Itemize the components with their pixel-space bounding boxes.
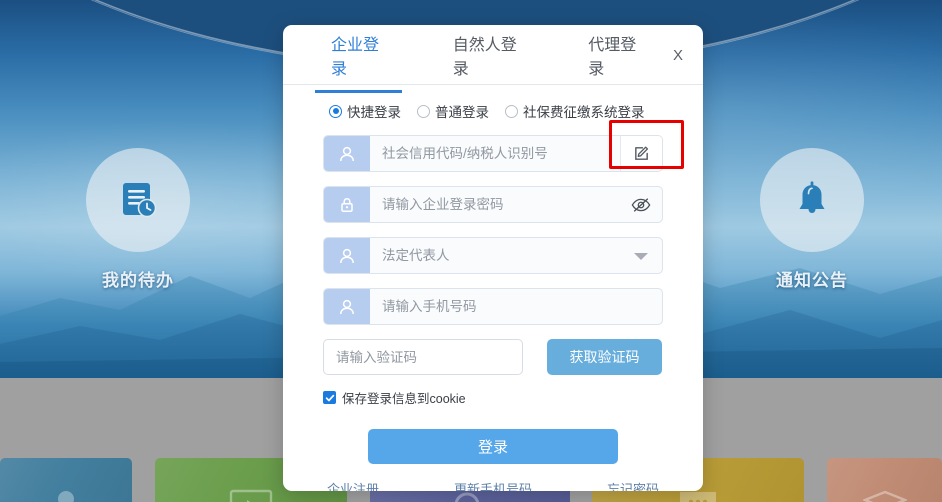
link-forgot-password[interactable]: 忘记密码: [607, 479, 659, 491]
play-icon: [229, 489, 273, 502]
feature-notice[interactable]: 通知公告: [722, 148, 902, 291]
tile-person[interactable]: [0, 458, 132, 502]
feature-icon-circle: [86, 148, 190, 252]
phone-input[interactable]: [370, 289, 662, 324]
radio-dot: [329, 104, 342, 118]
lock-glyph: [341, 197, 353, 212]
login-tabs: 企业登录 自然人登录 代理登录 X: [283, 37, 703, 93]
phone-field[interactable]: [323, 288, 663, 325]
user-glyph: [340, 299, 354, 314]
login-dialog: 企业登录 自然人登录 代理登录 X 快捷登录 普通登录 社保费征缴系统登录 社会…: [283, 25, 703, 491]
feature-my-todo[interactable]: 我的待办: [48, 148, 228, 291]
tab-agent-login[interactable]: 代理登录: [586, 31, 645, 92]
feature-label: 我的待办: [102, 271, 174, 290]
check-glyph: [325, 394, 334, 401]
feature-icon-circle: [760, 148, 864, 252]
lock-icon: [324, 187, 370, 222]
user-icon: [324, 238, 370, 273]
user-icon: [324, 136, 370, 171]
document-clock-icon: [123, 183, 157, 218]
chevron-glyph: [634, 252, 648, 260]
captcha-input[interactable]: [323, 339, 523, 375]
radio-dot: [417, 104, 430, 118]
eye-slash-icon[interactable]: [620, 187, 662, 222]
tab-enterprise-login[interactable]: 企业登录: [315, 31, 402, 93]
radio-label: 快捷登录: [347, 105, 401, 120]
tile-learn[interactable]: [827, 458, 942, 502]
pencil-glyph: [635, 146, 649, 160]
legal-representative-field[interactable]: [323, 237, 663, 274]
login-form: 获取验证码 保存登录信息到cookie 登录: [283, 121, 703, 464]
user-glyph: [340, 146, 354, 161]
login-button[interactable]: 登录: [368, 429, 618, 464]
link-update-phone[interactable]: 更新手机号码: [454, 479, 532, 491]
password-input[interactable]: [370, 187, 620, 222]
save-cookie-label: 保存登录信息到cookie: [342, 392, 466, 406]
bell-icon: [799, 181, 825, 213]
screen: 我的待办 通知公告 企业登录 自然人登录 代理登录 X 快捷登录 普通登录 社保…: [0, 0, 942, 502]
tab-individual-login[interactable]: 自然人登录: [451, 31, 523, 92]
radio-label: 社保费征缴系统登录: [523, 105, 645, 120]
graduation-cap-icon: [862, 490, 907, 502]
password-field[interactable]: [323, 186, 663, 223]
dialog-footer-links: 企业注册 更新手机号码 忘记密码: [283, 464, 703, 491]
radio-quick-login[interactable]: 快捷登录: [329, 101, 401, 121]
feature-label: 通知公告: [776, 271, 848, 290]
chevron-down-icon[interactable]: [620, 238, 662, 273]
radio-social-insurance-login[interactable]: 社保费征缴系统登录: [505, 101, 645, 121]
user-glyph: [340, 248, 354, 263]
edit-pencil-icon[interactable]: [620, 136, 662, 171]
get-captcha-button[interactable]: 获取验证码: [547, 339, 662, 375]
radio-dot: [505, 104, 518, 118]
radio-normal-login[interactable]: 普通登录: [417, 101, 489, 121]
captcha-row: 获取验证码: [323, 339, 663, 375]
save-cookie-row[interactable]: 保存登录信息到cookie: [323, 388, 663, 407]
taxpayer-id-field[interactable]: [323, 135, 663, 172]
link-enterprise-register[interactable]: 企业注册: [327, 479, 379, 491]
person-icon: [58, 491, 74, 502]
legal-representative-input[interactable]: [370, 238, 620, 273]
radio-label: 普通登录: [435, 105, 489, 120]
checkbox-checked-icon[interactable]: [323, 391, 336, 404]
taxpayer-id-input[interactable]: [370, 136, 620, 171]
close-icon[interactable]: X: [673, 47, 683, 77]
eye-slash-glyph: [631, 197, 651, 212]
user-icon: [324, 289, 370, 324]
